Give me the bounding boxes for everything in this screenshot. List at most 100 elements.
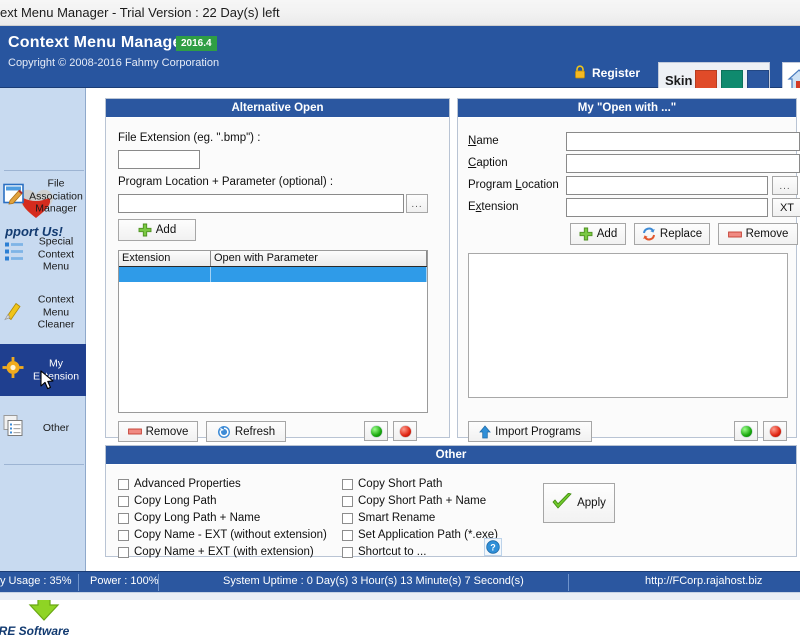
remove-button[interactable]: Remove — [118, 421, 198, 442]
name-label-rest: ame — [476, 135, 499, 147]
checkbox-label: Copy Long Path — [134, 495, 217, 507]
status-uptime: System Uptime : 0 Day(s) 3 Hour(s) 13 Mi… — [223, 575, 524, 587]
caption-label-rest: aption — [476, 157, 508, 169]
sidebar-item-other[interactable]: Other — [0, 402, 86, 454]
checkbox-box[interactable] — [342, 546, 353, 558]
more-software-label[interactable]: RE Software — [0, 624, 84, 638]
extension-input-right[interactable] — [566, 198, 768, 217]
red-led-icon — [769, 425, 781, 437]
table-row[interactable] — [119, 267, 427, 282]
lock-icon — [573, 65, 587, 79]
sidebar-item-label: File Association Manager — [29, 177, 83, 215]
open-with-list[interactable] — [468, 253, 788, 398]
program-location-input-right[interactable] — [566, 176, 768, 195]
alternative-open-body: File Extension (eg. ".bmp") : Program Lo… — [106, 118, 449, 442]
checkbox-shortcut-to[interactable]: Shortcut to ... — [342, 546, 426, 558]
add-button[interactable]: Add — [118, 219, 196, 241]
checkbox-box[interactable] — [342, 478, 353, 490]
remove-button-label: Remove — [145, 425, 189, 438]
sidebar: pport Us! File Association Manager Speci — [0, 88, 86, 638]
sidebar-item-label: My Extension — [32, 357, 80, 383]
check-green-icon — [552, 492, 572, 514]
other-body: Advanced Properties Copy Long Path Copy … — [106, 465, 796, 558]
copyright-text: Copyright © 2008-2016 Fahmy Corporation — [8, 57, 220, 69]
extension-label-right: Extension — [468, 201, 519, 213]
name-label: Name — [468, 135, 499, 147]
my-extension-icon — [2, 356, 26, 385]
checkbox-copy-long-path[interactable]: Copy Long Path — [118, 495, 216, 507]
register-link[interactable]: Register — [592, 66, 640, 80]
checkbox-smart-rename[interactable]: Smart Rename — [342, 512, 435, 524]
checkbox-copy-long-path-name[interactable]: Copy Long Path + Name — [118, 512, 260, 524]
status-led-red-button[interactable] — [393, 421, 417, 441]
extension-picker-button[interactable]: XT — [772, 198, 800, 217]
name-input[interactable] — [566, 132, 800, 151]
file-extension-input[interactable] — [118, 150, 200, 169]
remove-button-right-label: Remove — [745, 228, 789, 240]
sidebar-item-context-menu-cleaner[interactable]: Context Menu Cleaner — [0, 286, 86, 338]
checkbox-set-application-path[interactable]: Set Application Path (*.exe) — [342, 529, 498, 541]
replace-icon — [642, 227, 656, 241]
checkbox-advanced-properties[interactable]: Advanced Properties — [118, 478, 241, 490]
status-bar: y Usage : 35% Power : 100% System Uptime… — [0, 571, 800, 592]
checkbox-copy-short-path[interactable]: Copy Short Path — [342, 478, 442, 490]
status-led-green-button-right[interactable] — [734, 421, 758, 441]
replace-button-label: Replace — [659, 228, 703, 240]
status-divider-1 — [78, 574, 79, 591]
alternative-open-panel: Alternative Open File Extension (eg. ".b… — [105, 98, 450, 442]
plus-green-icon — [138, 223, 152, 237]
program-location-label-right: Program Location — [468, 179, 559, 191]
checkbox-copy-name-with-ext[interactable]: Copy Name + EXT (with extension) — [118, 546, 314, 558]
file-extension-label: File Extension (eg. ".bmp") : — [118, 132, 261, 144]
checkbox-label: Copy Short Path + Name — [358, 495, 487, 507]
row-open-with-parameter — [211, 267, 427, 282]
apply-button[interactable]: Apply — [543, 483, 615, 523]
green-led-icon — [370, 425, 382, 437]
program-location-label-rest: ocation — [521, 179, 559, 191]
import-programs-button[interactable]: Import Programs — [468, 421, 592, 442]
program-location-input[interactable] — [118, 194, 404, 213]
status-led-green-button[interactable] — [364, 421, 388, 441]
add-button-right-label: Add — [596, 228, 618, 240]
checkbox-box[interactable] — [118, 546, 129, 558]
sidebar-item-file-association-manager[interactable]: File Association Manager — [0, 170, 86, 222]
checkbox-box[interactable] — [118, 529, 129, 541]
caption-input[interactable] — [566, 154, 800, 173]
status-website-link[interactable]: http://FCorp.rajahost.biz — [645, 575, 762, 587]
checkbox-box[interactable] — [118, 478, 129, 490]
refresh-button[interactable]: Refresh — [206, 421, 286, 442]
checkbox-copy-short-path-name[interactable]: Copy Short Path + Name — [342, 495, 486, 507]
remove-button-right[interactable]: Remove — [718, 223, 798, 245]
replace-button[interactable]: Replace — [634, 223, 710, 245]
green-led-icon — [740, 425, 752, 437]
checkbox-box[interactable] — [342, 495, 353, 507]
extension-grid[interactable]: Extension Open with Parameter — [118, 250, 428, 413]
checkbox-label: Copy Name - EXT (without extension) — [134, 529, 327, 541]
help-icon[interactable]: ? — [484, 538, 502, 556]
checkbox-box[interactable] — [118, 512, 129, 524]
app-title: Context Menu Manager — [8, 34, 189, 51]
status-led-red-button-right[interactable] — [763, 421, 787, 441]
checkbox-box[interactable] — [342, 512, 353, 524]
add-button-label: Add — [155, 224, 177, 236]
checkbox-box[interactable] — [118, 495, 129, 507]
checkbox-copy-name-without-ext[interactable]: Copy Name - EXT (without extension) — [118, 529, 327, 541]
row-extension — [119, 267, 211, 282]
skin-label: Skin — [665, 73, 693, 88]
checkbox-box[interactable] — [342, 529, 353, 541]
app-header: Context Menu Manager 2016.4 Copyright © … — [0, 26, 800, 101]
window-bottom-edge — [0, 592, 800, 600]
sidebar-item-label: Other — [42, 421, 70, 434]
checkbox-label: Advanced Properties — [134, 478, 241, 490]
program-location-browse-button-right[interactable]: ... — [772, 176, 798, 195]
checkbox-label: Copy Name + EXT (with extension) — [134, 546, 314, 558]
sidebar-item-special-context-menu[interactable]: Special Context Menu — [0, 228, 86, 280]
add-button-right[interactable]: Add — [570, 223, 626, 245]
program-location-browse-button[interactable]: ... — [406, 194, 428, 213]
sidebar-item-label: Context Menu Cleaner — [37, 293, 75, 331]
context-menu-cleaner-icon — [2, 298, 26, 327]
other-panel: Other Advanced Properties Copy Long Path… — [105, 445, 797, 558]
sidebar-item-label: Special Context Menu — [37, 235, 75, 273]
sidebar-item-my-extension[interactable]: My Extension — [0, 344, 86, 396]
status-divider-3 — [568, 574, 569, 591]
